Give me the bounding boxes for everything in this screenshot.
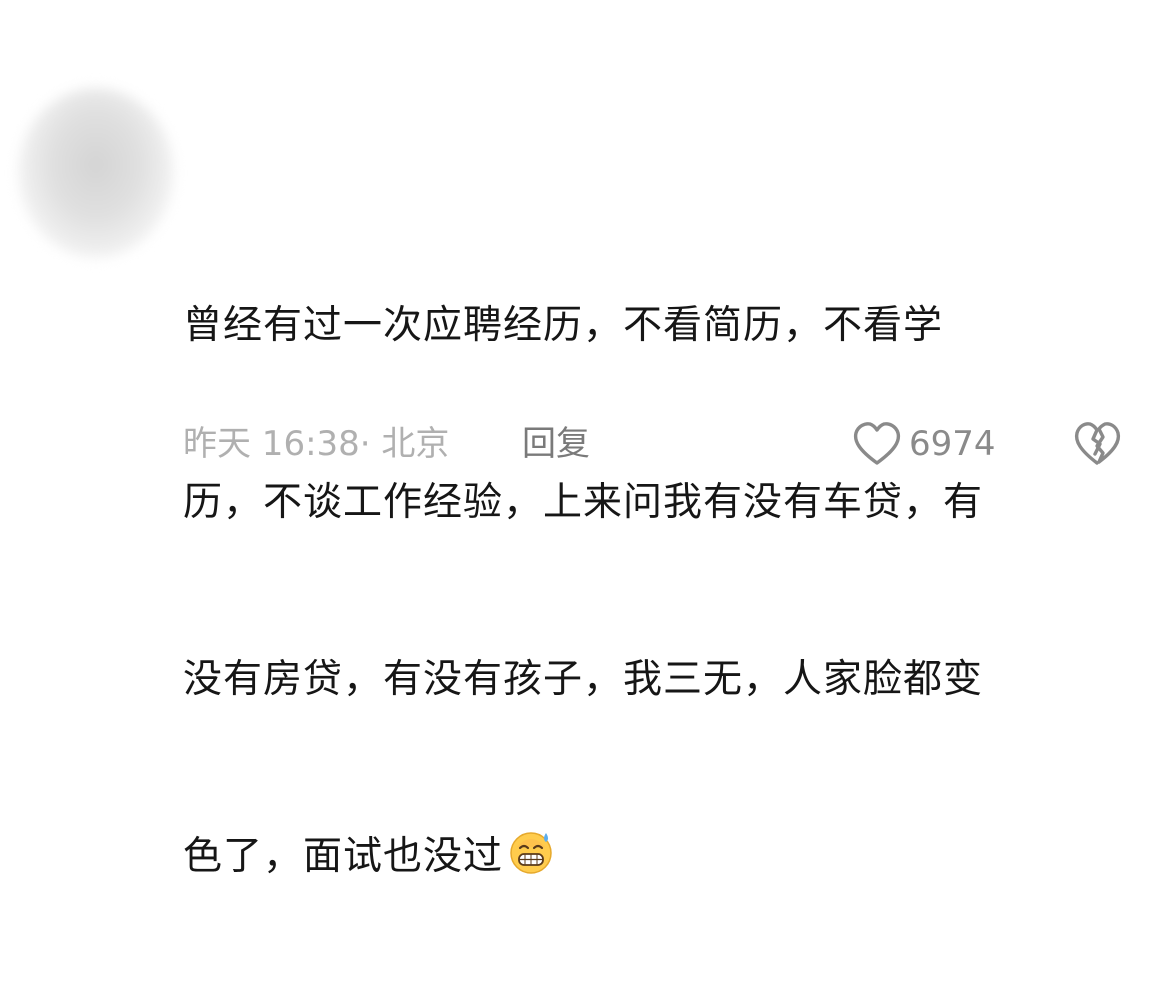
comment-line: 历，不谈工作经验，上来问我有没有车贷，有 [183,480,984,525]
broken-heart-icon[interactable] [1072,420,1122,468]
comment-line-last: 色了，面试也没过 [183,827,1083,886]
comment-time-location: 昨天 16:38· 北京 [183,424,450,464]
comment-line: 色了，面试也没过 [183,834,504,879]
comment-line: 没有房贷，有没有孩子，我三无，人家脸都变 [183,657,984,702]
heart-outline-icon [853,422,901,465]
like-button[interactable]: 6974 [851,418,996,470]
reply-button[interactable]: 回复 [522,418,590,470]
comment-text: 曾经有过一次应聘经历，不看简历，不看学 历，不谈工作经验，上来问我有没有车贷，有… [183,178,1083,1004]
avatar[interactable] [18,88,174,258]
like-count: 6974 [909,424,996,464]
grin-sweat-emoji [510,832,552,874]
comment-item: 曾经有过一次应聘经历，不看简历，不看学 历，不谈工作经验，上来问我有没有车贷，有… [0,0,1170,879]
comment-line: 曾经有过一次应聘经历，不看简历，不看学 [183,303,944,348]
